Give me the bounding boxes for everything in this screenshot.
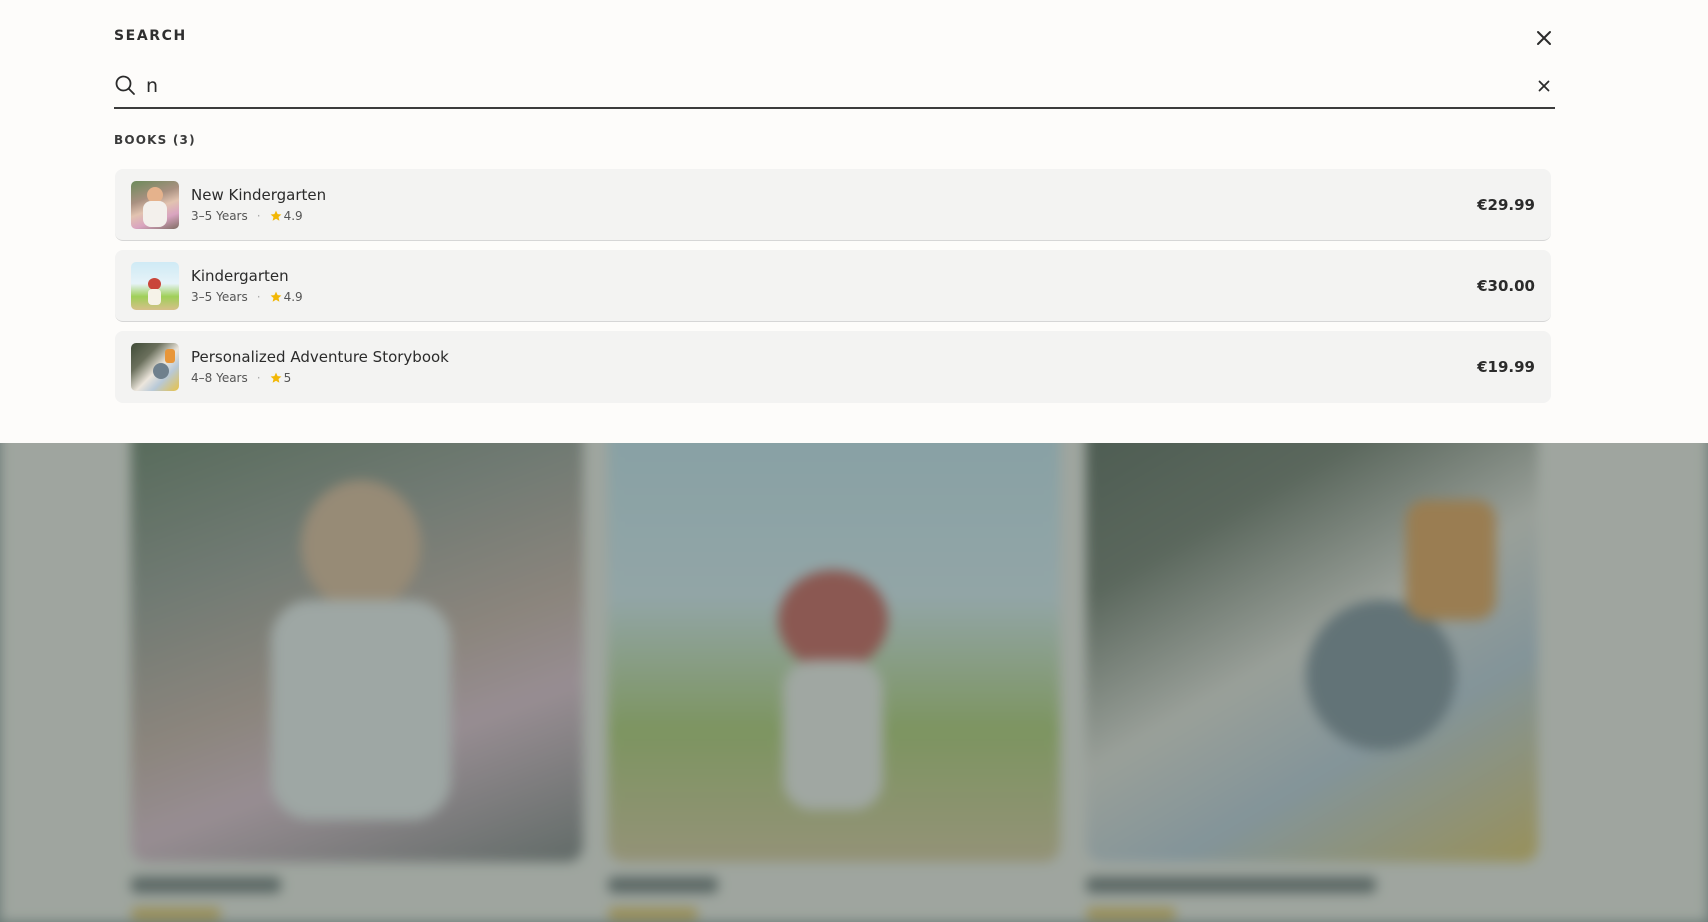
result-rating: 4.9	[283, 290, 303, 304]
search-heading: SEARCH	[114, 28, 187, 44]
result-price: €19.99	[1477, 358, 1535, 376]
result-rating: 5	[283, 371, 292, 385]
search-input[interactable]	[146, 70, 1486, 102]
result-title: New Kindergarten	[191, 186, 327, 204]
meta-separator: ·	[256, 209, 261, 223]
result-meta: 4–8 Years · 5	[191, 371, 291, 385]
result-title: Personalized Adventure Storybook	[191, 348, 449, 366]
result-price: €30.00	[1477, 277, 1535, 295]
product-thumbnail	[131, 181, 179, 229]
result-price: €29.99	[1477, 196, 1535, 214]
clear-icon	[1538, 80, 1550, 92]
result-title: Kindergarten	[191, 267, 289, 285]
clear-search-button[interactable]	[1534, 76, 1554, 96]
result-rating: 4.9	[283, 209, 303, 223]
result-meta: 3–5 Years · 4.9	[191, 209, 303, 223]
result-meta: 3–5 Years · 4.9	[191, 290, 303, 304]
product-thumbnail	[131, 262, 179, 310]
result-age: 4–8 Years	[191, 371, 248, 385]
meta-separator: ·	[256, 371, 261, 385]
search-bar	[114, 68, 1555, 109]
search-panel: SEARCH BOOKS (3) New Kindergarten 3–5	[0, 0, 1708, 443]
search-result-item[interactable]: New Kindergarten 3–5 Years · 4.9 €29.99	[115, 169, 1551, 241]
star-icon	[270, 210, 281, 221]
search-result-item[interactable]: Personalized Adventure Storybook 4–8 Yea…	[115, 331, 1551, 403]
search-icon	[115, 75, 135, 95]
close-icon	[1537, 31, 1551, 45]
results-list: New Kindergarten 3–5 Years · 4.9 €29.99 …	[115, 169, 1551, 412]
search-result-item[interactable]: Kindergarten 3–5 Years · 4.9 €30.00	[115, 250, 1551, 322]
results-section-label: BOOKS (3)	[114, 133, 196, 147]
product-thumbnail	[131, 343, 179, 391]
close-button[interactable]	[1532, 26, 1556, 50]
star-icon	[270, 291, 281, 302]
result-age: 3–5 Years	[191, 209, 248, 223]
result-age: 3–5 Years	[191, 290, 248, 304]
meta-separator: ·	[256, 290, 261, 304]
star-icon	[270, 372, 281, 383]
